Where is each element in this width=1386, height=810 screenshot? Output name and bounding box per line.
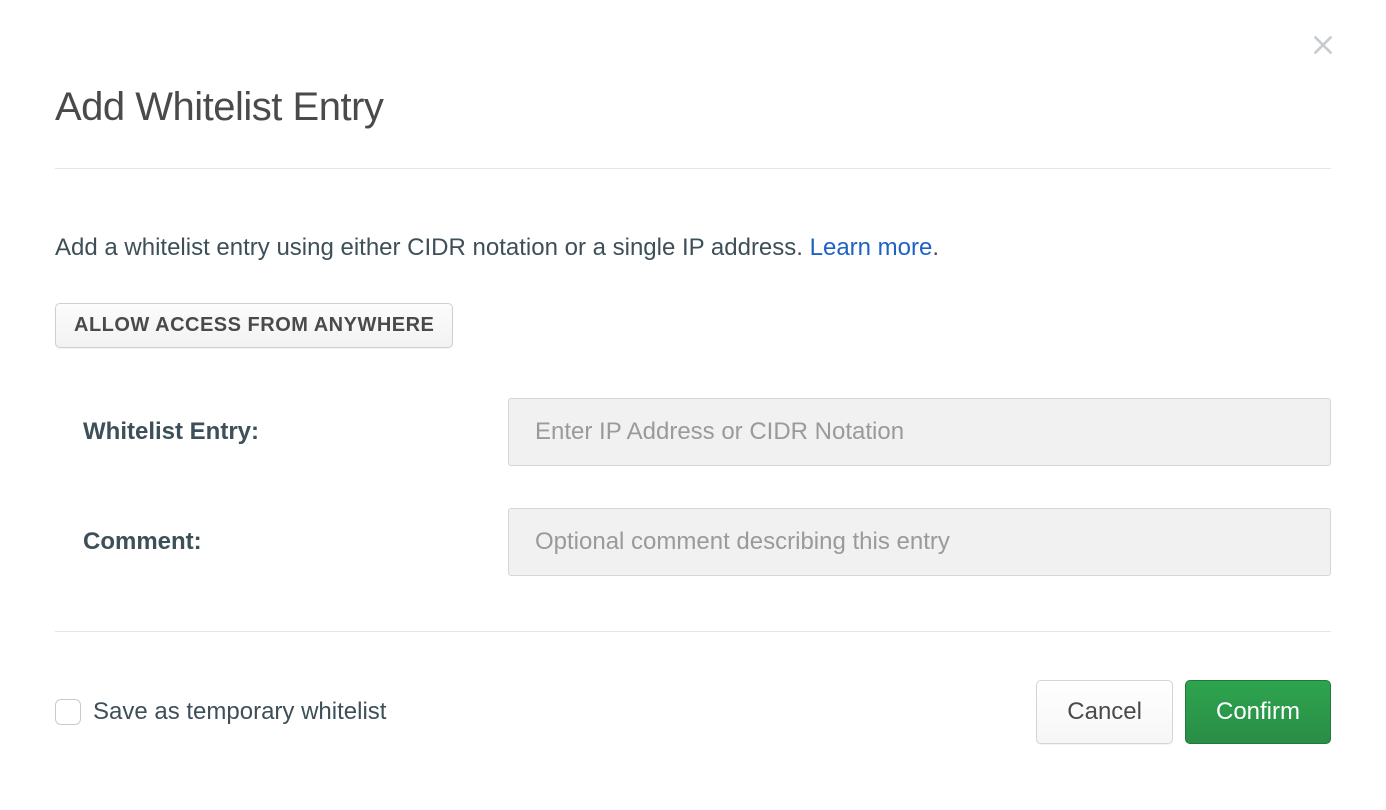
description-text: Add a whitelist entry using either CIDR … <box>55 234 810 261</box>
add-whitelist-modal: Add Whitelist Entry Add a whitelist entr… <box>0 0 1386 774</box>
learn-more-link[interactable]: Learn more <box>810 234 933 261</box>
whitelist-entry-label: Whitelist Entry: <box>83 418 508 446</box>
header-divider <box>55 168 1331 169</box>
confirm-button[interactable]: Confirm <box>1185 680 1331 744</box>
close-icon <box>1310 32 1336 58</box>
footer-divider <box>55 631 1331 632</box>
temporary-whitelist-label[interactable]: Save as temporary whitelist <box>93 698 386 726</box>
description-suffix: . <box>932 234 939 261</box>
form-fields: Whitelist Entry: Comment: <box>83 398 1331 576</box>
modal-description: Add a whitelist entry using either CIDR … <box>55 231 1331 265</box>
allow-access-anywhere-button[interactable]: ALLOW ACCESS FROM ANYWHERE <box>55 303 453 348</box>
close-button[interactable] <box>1308 30 1338 60</box>
cancel-button[interactable]: Cancel <box>1036 680 1173 744</box>
modal-title: Add Whitelist Entry <box>55 85 1331 130</box>
comment-label: Comment: <box>83 528 508 556</box>
footer-buttons: Cancel Confirm <box>1036 680 1331 744</box>
whitelist-entry-row: Whitelist Entry: <box>83 398 1331 466</box>
comment-row: Comment: <box>83 508 1331 576</box>
whitelist-entry-input[interactable] <box>508 398 1331 466</box>
temporary-whitelist-wrap: Save as temporary whitelist <box>55 698 386 726</box>
temporary-whitelist-checkbox[interactable] <box>55 699 81 725</box>
comment-input[interactable] <box>508 508 1331 576</box>
modal-footer: Save as temporary whitelist Cancel Confi… <box>55 680 1331 744</box>
